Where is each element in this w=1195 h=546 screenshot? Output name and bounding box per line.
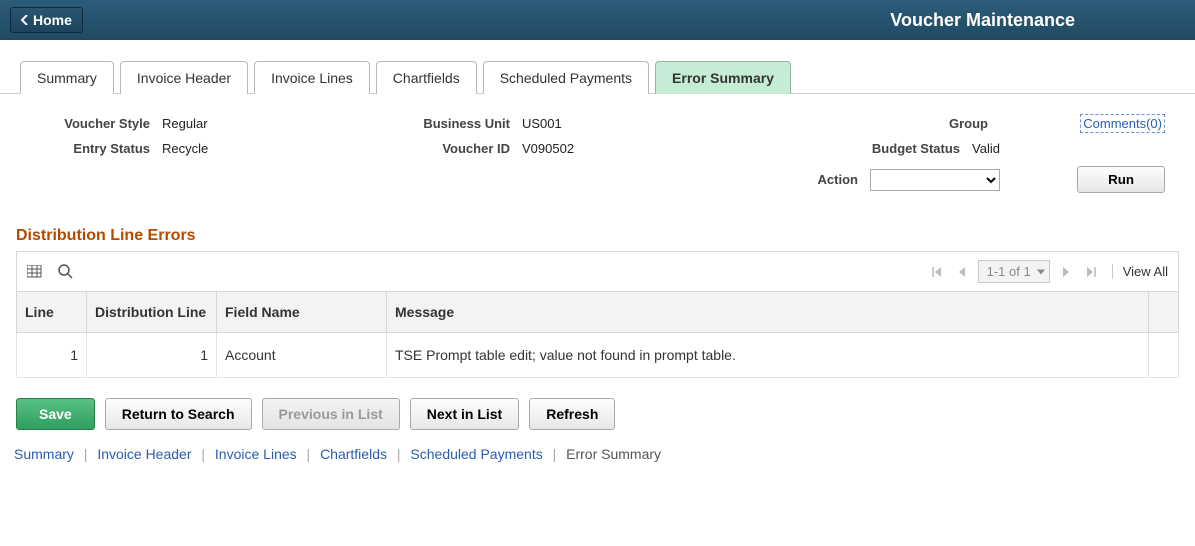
cell-line: 1 — [17, 333, 87, 378]
cell-field-name: Account — [217, 333, 387, 378]
label-business-unit: Business Unit — [360, 116, 510, 131]
tab-summary[interactable]: Summary — [20, 61, 114, 94]
label-voucher-style: Voucher Style — [30, 116, 150, 131]
page-title: Voucher Maintenance — [890, 10, 1075, 31]
search-icon[interactable] — [57, 264, 73, 280]
distribution-errors-table: Line Distribution Line Field Name Messag… — [16, 291, 1179, 378]
label-action: Action — [738, 172, 858, 187]
app-header: Home Voucher Maintenance — [0, 0, 1195, 40]
bottom-link-invoice-lines[interactable]: Invoice Lines — [215, 446, 297, 462]
field-entry-status: Entry Status Recycle — [30, 141, 360, 156]
action-select[interactable] — [870, 169, 1000, 191]
value-budget-status: Valid — [972, 141, 1000, 156]
tab-invoice-header[interactable]: Invoice Header — [120, 61, 248, 94]
first-page-icon[interactable] — [928, 267, 946, 277]
separator: | — [195, 446, 211, 462]
section-title-distribution-errors: Distribution Line Errors — [0, 203, 1195, 251]
voucher-details: Voucher Style Regular Business Unit US00… — [0, 94, 1195, 203]
separator: | — [301, 446, 317, 462]
table-header-row: Line Distribution Line Field Name Messag… — [17, 292, 1179, 333]
field-budget-status: Budget Status Valid — [690, 141, 1000, 156]
tab-error-summary[interactable]: Error Summary — [655, 61, 791, 94]
previous-in-list-button[interactable]: Previous in List — [262, 398, 400, 430]
chevron-left-icon — [21, 15, 29, 25]
value-voucher-id: V090502 — [522, 141, 574, 156]
field-group: Group — [690, 116, 1000, 131]
bottom-nav: Summary | Invoice Header | Invoice Lines… — [0, 438, 1195, 476]
bottom-link-invoice-header[interactable]: Invoice Header — [97, 446, 191, 462]
field-action: Action — [690, 169, 1000, 191]
tab-scheduled-payments[interactable]: Scheduled Payments — [483, 61, 649, 94]
bottom-link-scheduled-payments[interactable]: Scheduled Payments — [410, 446, 542, 462]
bottom-link-error-summary: Error Summary — [566, 446, 661, 462]
cell-spacer — [1149, 333, 1179, 378]
page-indicator[interactable]: 1-1 of 1 — [978, 260, 1050, 283]
value-business-unit: US001 — [522, 116, 562, 131]
next-in-list-button[interactable]: Next in List — [410, 398, 519, 430]
view-all-link[interactable]: View All — [1112, 264, 1168, 279]
bottom-link-summary[interactable]: Summary — [14, 446, 74, 462]
last-page-icon[interactable] — [1082, 267, 1100, 277]
label-group: Group — [868, 116, 988, 131]
bottom-link-chartfields[interactable]: Chartfields — [320, 446, 387, 462]
page-title-text: Voucher Maintenance — [890, 10, 1075, 30]
label-voucher-id: Voucher ID — [360, 141, 510, 156]
home-button[interactable]: Home — [10, 7, 83, 33]
col-spacer — [1149, 292, 1179, 333]
separator: | — [78, 446, 94, 462]
cell-message: TSE Prompt table edit; value not found i… — [387, 333, 1149, 378]
col-message[interactable]: Message — [387, 292, 1149, 333]
table-row[interactable]: 1 1 Account TSE Prompt table edit; value… — [17, 333, 1179, 378]
home-button-label: Home — [33, 12, 72, 28]
tabs-container: Summary Invoice Header Invoice Lines Cha… — [0, 40, 1195, 94]
grid-toolbar: 1-1 of 1 View All — [16, 251, 1179, 291]
tab-invoice-lines[interactable]: Invoice Lines — [254, 61, 370, 94]
cell-distribution-line: 1 — [87, 333, 217, 378]
field-business-unit: Business Unit US001 — [360, 116, 690, 131]
action-button-row: Save Return to Search Previous in List N… — [0, 378, 1195, 438]
return-to-search-button[interactable]: Return to Search — [105, 398, 252, 430]
save-button[interactable]: Save — [16, 398, 95, 430]
col-distribution-line[interactable]: Distribution Line — [87, 292, 217, 333]
label-budget-status: Budget Status — [840, 141, 960, 156]
field-voucher-style: Voucher Style Regular — [30, 116, 360, 131]
prev-page-icon[interactable] — [954, 267, 970, 277]
comments-link[interactable]: Comments(0) — [1080, 114, 1165, 133]
col-line[interactable]: Line — [17, 292, 87, 333]
tab-chartfields[interactable]: Chartfields — [376, 61, 477, 94]
refresh-button[interactable]: Refresh — [529, 398, 615, 430]
col-field-name[interactable]: Field Name — [217, 292, 387, 333]
run-button[interactable]: Run — [1077, 166, 1165, 193]
label-entry-status: Entry Status — [30, 141, 150, 156]
separator: | — [391, 446, 407, 462]
separator: | — [547, 446, 563, 462]
grid-settings-icon[interactable] — [27, 264, 43, 280]
next-page-icon[interactable] — [1058, 267, 1074, 277]
value-voucher-style: Regular — [162, 116, 208, 131]
field-voucher-id: Voucher ID V090502 — [360, 141, 690, 156]
value-entry-status: Recycle — [162, 141, 208, 156]
